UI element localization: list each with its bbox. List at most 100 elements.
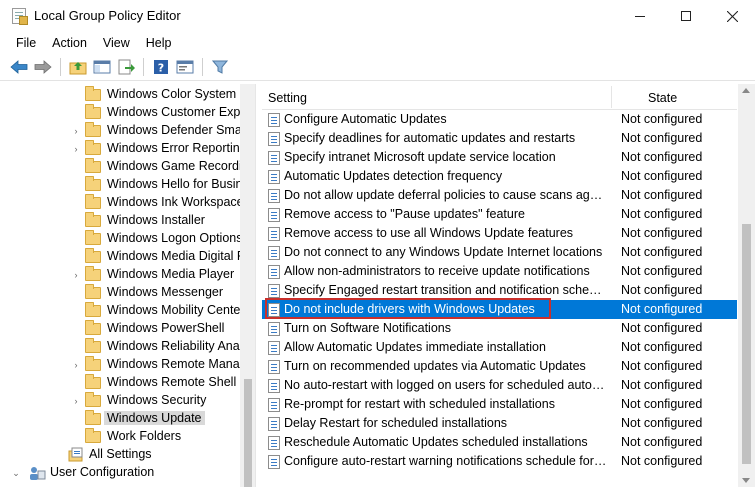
tree-item[interactable]: › Windows Error Reporting: [8, 140, 247, 158]
tree-item[interactable]: Windows Logon Options: [8, 230, 243, 248]
policy-setting-icon: [268, 379, 280, 393]
policy-row[interactable]: Turn on Software Notifications Not config…: [262, 319, 737, 338]
policy-row[interactable]: Remove access to "Pause updates" feature…: [262, 205, 737, 224]
tree-item[interactable]: › Windows Media Player: [8, 266, 240, 284]
folder-icon: [85, 86, 101, 101]
folder-icon: [85, 338, 101, 353]
column-divider[interactable]: [611, 86, 612, 108]
policy-row[interactable]: Specify Engaged restart transition and n…: [262, 281, 737, 300]
tree-item[interactable]: › Windows Security: [8, 392, 240, 410]
tree-item[interactable]: Work Folders: [8, 428, 240, 446]
policy-row[interactable]: Remove access to use all Windows Update …: [262, 224, 737, 243]
policy-row[interactable]: Re-prompt for restart with scheduled ins…: [262, 395, 737, 414]
policy-row[interactable]: Do not allow update deferral policies to…: [262, 186, 737, 205]
tree-item[interactable]: ›Windows Defender SmartScreen: [8, 122, 255, 140]
tree-scrollbar[interactable]: [240, 84, 255, 487]
up-folder-button[interactable]: [67, 56, 89, 78]
tree-item[interactable]: Windows Ink Workspace: [8, 194, 244, 212]
policy-row[interactable]: No auto-restart with logged on users for…: [262, 376, 737, 395]
filter-button[interactable]: [209, 56, 231, 78]
policy-tree: Windows Color System Windows Customer Ex…: [8, 84, 256, 487]
properties-button[interactable]: [174, 56, 196, 78]
help-button[interactable]: ?: [150, 56, 172, 78]
scroll-up-arrow-icon[interactable]: [742, 88, 750, 93]
list-scrollbar[interactable]: [738, 84, 755, 487]
help-icon: ?: [154, 60, 168, 75]
tree-item[interactable]: Windows Installer: [8, 212, 240, 230]
policy-row[interactable]: Specify deadlines for automatic updates …: [262, 129, 737, 148]
folder-icon: [85, 410, 101, 425]
folder-icon: [85, 194, 101, 209]
maximize-icon: [681, 11, 691, 21]
maximize-button[interactable]: [663, 0, 709, 32]
toolbar-separator: [202, 58, 203, 76]
policy-setting-icon: [268, 189, 280, 203]
policy-row[interactable]: Configure auto-restart warning notificat…: [262, 452, 737, 471]
folder-icon: [85, 158, 101, 173]
policy-setting-icon: [268, 151, 280, 165]
policy-row[interactable]: Automatic Updates detection frequency Not…: [262, 167, 737, 186]
show-hide-tree-icon: [93, 60, 111, 74]
tree-item[interactable]: Windows PowerShell: [8, 320, 240, 338]
scroll-down-arrow-icon[interactable]: [742, 478, 750, 483]
chevron-right-icon[interactable]: ›: [71, 140, 81, 158]
menu-help[interactable]: Help: [138, 34, 180, 52]
tree-item-user-configuration[interactable]: ⌄ User Configuration: [8, 464, 240, 482]
forward-icon: [34, 60, 52, 74]
minimize-icon: [635, 15, 645, 17]
filter-icon: [212, 60, 228, 74]
menu-bar: File Action View Help: [0, 32, 755, 54]
minimize-button[interactable]: [617, 0, 663, 32]
policy-row[interactable]: Delay Restart for scheduled installation…: [262, 414, 737, 433]
folder-icon: [85, 230, 101, 245]
column-header-setting[interactable]: Setting: [268, 91, 307, 105]
policy-row[interactable]: Allow Automatic Updates immediate instal…: [262, 338, 737, 357]
tree-item[interactable]: ›Windows Remote Management: [8, 356, 255, 374]
tree-item[interactable]: Windows Remote Shell: [8, 374, 240, 392]
window-title: Local Group Policy Editor: [34, 8, 181, 23]
chevron-down-icon[interactable]: ⌄: [11, 464, 21, 482]
tree-item[interactable]: Windows Game Recording and Broadcasting: [8, 158, 255, 176]
toolbar-separator: [60, 58, 61, 76]
folder-icon: [85, 140, 101, 155]
policy-setting-icon: [268, 208, 280, 222]
tree-scrollbar-thumb[interactable]: [244, 379, 252, 487]
policy-row[interactable]: Configure Automatic Updates Not configure…: [262, 110, 737, 129]
menu-action[interactable]: Action: [44, 34, 95, 52]
user-configuration-icon: [30, 467, 46, 480]
close-button[interactable]: [709, 0, 755, 32]
tree-item-windows-update[interactable]: Windows Update: [8, 410, 240, 428]
tree-item[interactable]: Windows Messenger: [8, 284, 240, 302]
menu-file[interactable]: File: [8, 34, 44, 52]
folder-icon: [85, 176, 101, 191]
export-list-button[interactable]: [115, 56, 137, 78]
show-hide-tree-button[interactable]: [91, 56, 113, 78]
policy-row[interactable]: Reschedule Automatic Updates scheduled i…: [262, 433, 737, 452]
chevron-right-icon[interactable]: ›: [71, 122, 81, 140]
tree-item[interactable]: Windows Media Digital Rights Management: [8, 248, 255, 266]
chevron-right-icon[interactable]: ›: [71, 356, 81, 374]
tree-item-all-settings[interactable]: All Settings: [8, 446, 240, 464]
chevron-right-icon[interactable]: ›: [71, 266, 81, 284]
policy-row[interactable]: Allow non-administrators to receive upda…: [262, 262, 737, 281]
policy-row[interactable]: Specify intranet Microsoft update servic…: [262, 148, 737, 167]
list-scrollbar-thumb[interactable]: [742, 224, 751, 464]
back-button[interactable]: [8, 56, 30, 78]
tree-item[interactable]: Windows Reliability Analysis: [8, 338, 255, 356]
policy-row[interactable]: Turn on recommended updates via Automati…: [262, 357, 737, 376]
menu-view[interactable]: View: [95, 34, 138, 52]
list-header: Setting State: [262, 84, 737, 110]
policy-row[interactable]: Do not connect to any Windows Update Int…: [262, 243, 737, 262]
tree-item[interactable]: Windows Color System: [8, 86, 240, 104]
forward-button[interactable]: [32, 56, 54, 78]
tree-item[interactable]: Windows Hello for Business: [8, 176, 255, 194]
tree-item[interactable]: Windows Mobility Center: [8, 302, 245, 320]
policy-setting-icon: [268, 322, 280, 336]
up-folder-icon: [69, 62, 87, 75]
column-header-state[interactable]: State: [648, 91, 677, 105]
tree-item[interactable]: Windows Customer Experience Improvement …: [8, 104, 255, 122]
policy-row-selected[interactable]: Do not include drivers with Windows Upda…: [262, 300, 737, 319]
folder-icon: [85, 212, 101, 227]
chevron-right-icon[interactable]: ›: [71, 392, 81, 410]
folder-icon: [85, 428, 101, 443]
